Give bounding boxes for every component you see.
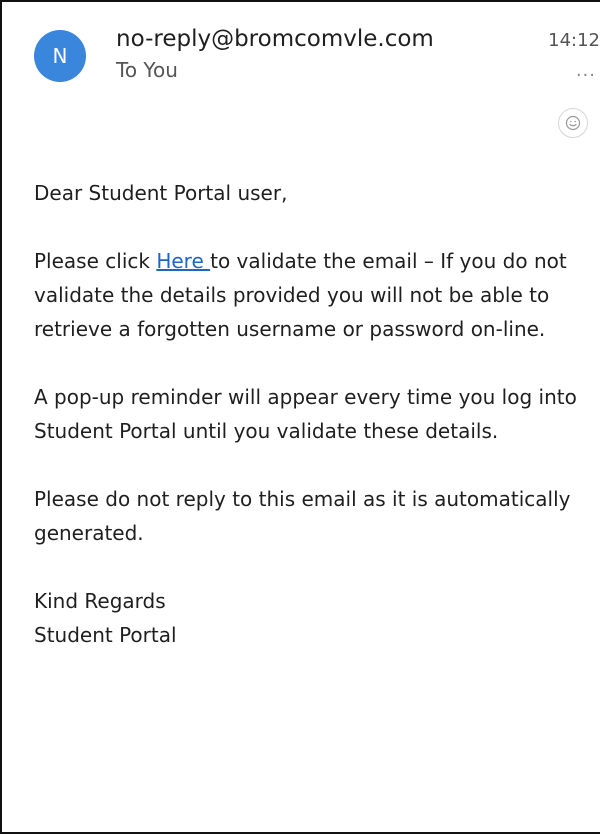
email-body: Dear Student Portal user, Please click H… — [34, 176, 594, 652]
recipient-label[interactable]: To You — [116, 58, 178, 82]
closing-line: Kind Regards — [34, 589, 166, 613]
avatar-initial: N — [52, 44, 68, 68]
sender-avatar[interactable]: N — [34, 30, 86, 82]
email-header: N no-reply@bromcomvle.com To You 14:12 .… — [0, 0, 600, 150]
paragraph-reminder: A pop-up reminder will appear every time… — [34, 385, 577, 443]
smiley-react-icon[interactable] — [558, 108, 588, 138]
more-options-icon[interactable]: ... — [576, 62, 596, 80]
smiley-glyph — [565, 115, 581, 131]
paragraph-validate: Please click Here to validate the email … — [34, 244, 594, 346]
received-time: 14:12 — [548, 30, 600, 51]
greeting: Dear Student Portal user, — [34, 181, 288, 205]
paragraph-no-reply: Please do not reply to this email as it … — [34, 487, 571, 545]
signature-block: Kind Regards Student Portal — [34, 584, 594, 652]
signature-name: Student Portal — [34, 623, 177, 647]
paragraph-validate-start: Please click — [34, 249, 157, 273]
sender-address[interactable]: no-reply@bromcomvle.com — [116, 26, 434, 52]
validate-here-link[interactable]: Here — [156, 249, 210, 273]
